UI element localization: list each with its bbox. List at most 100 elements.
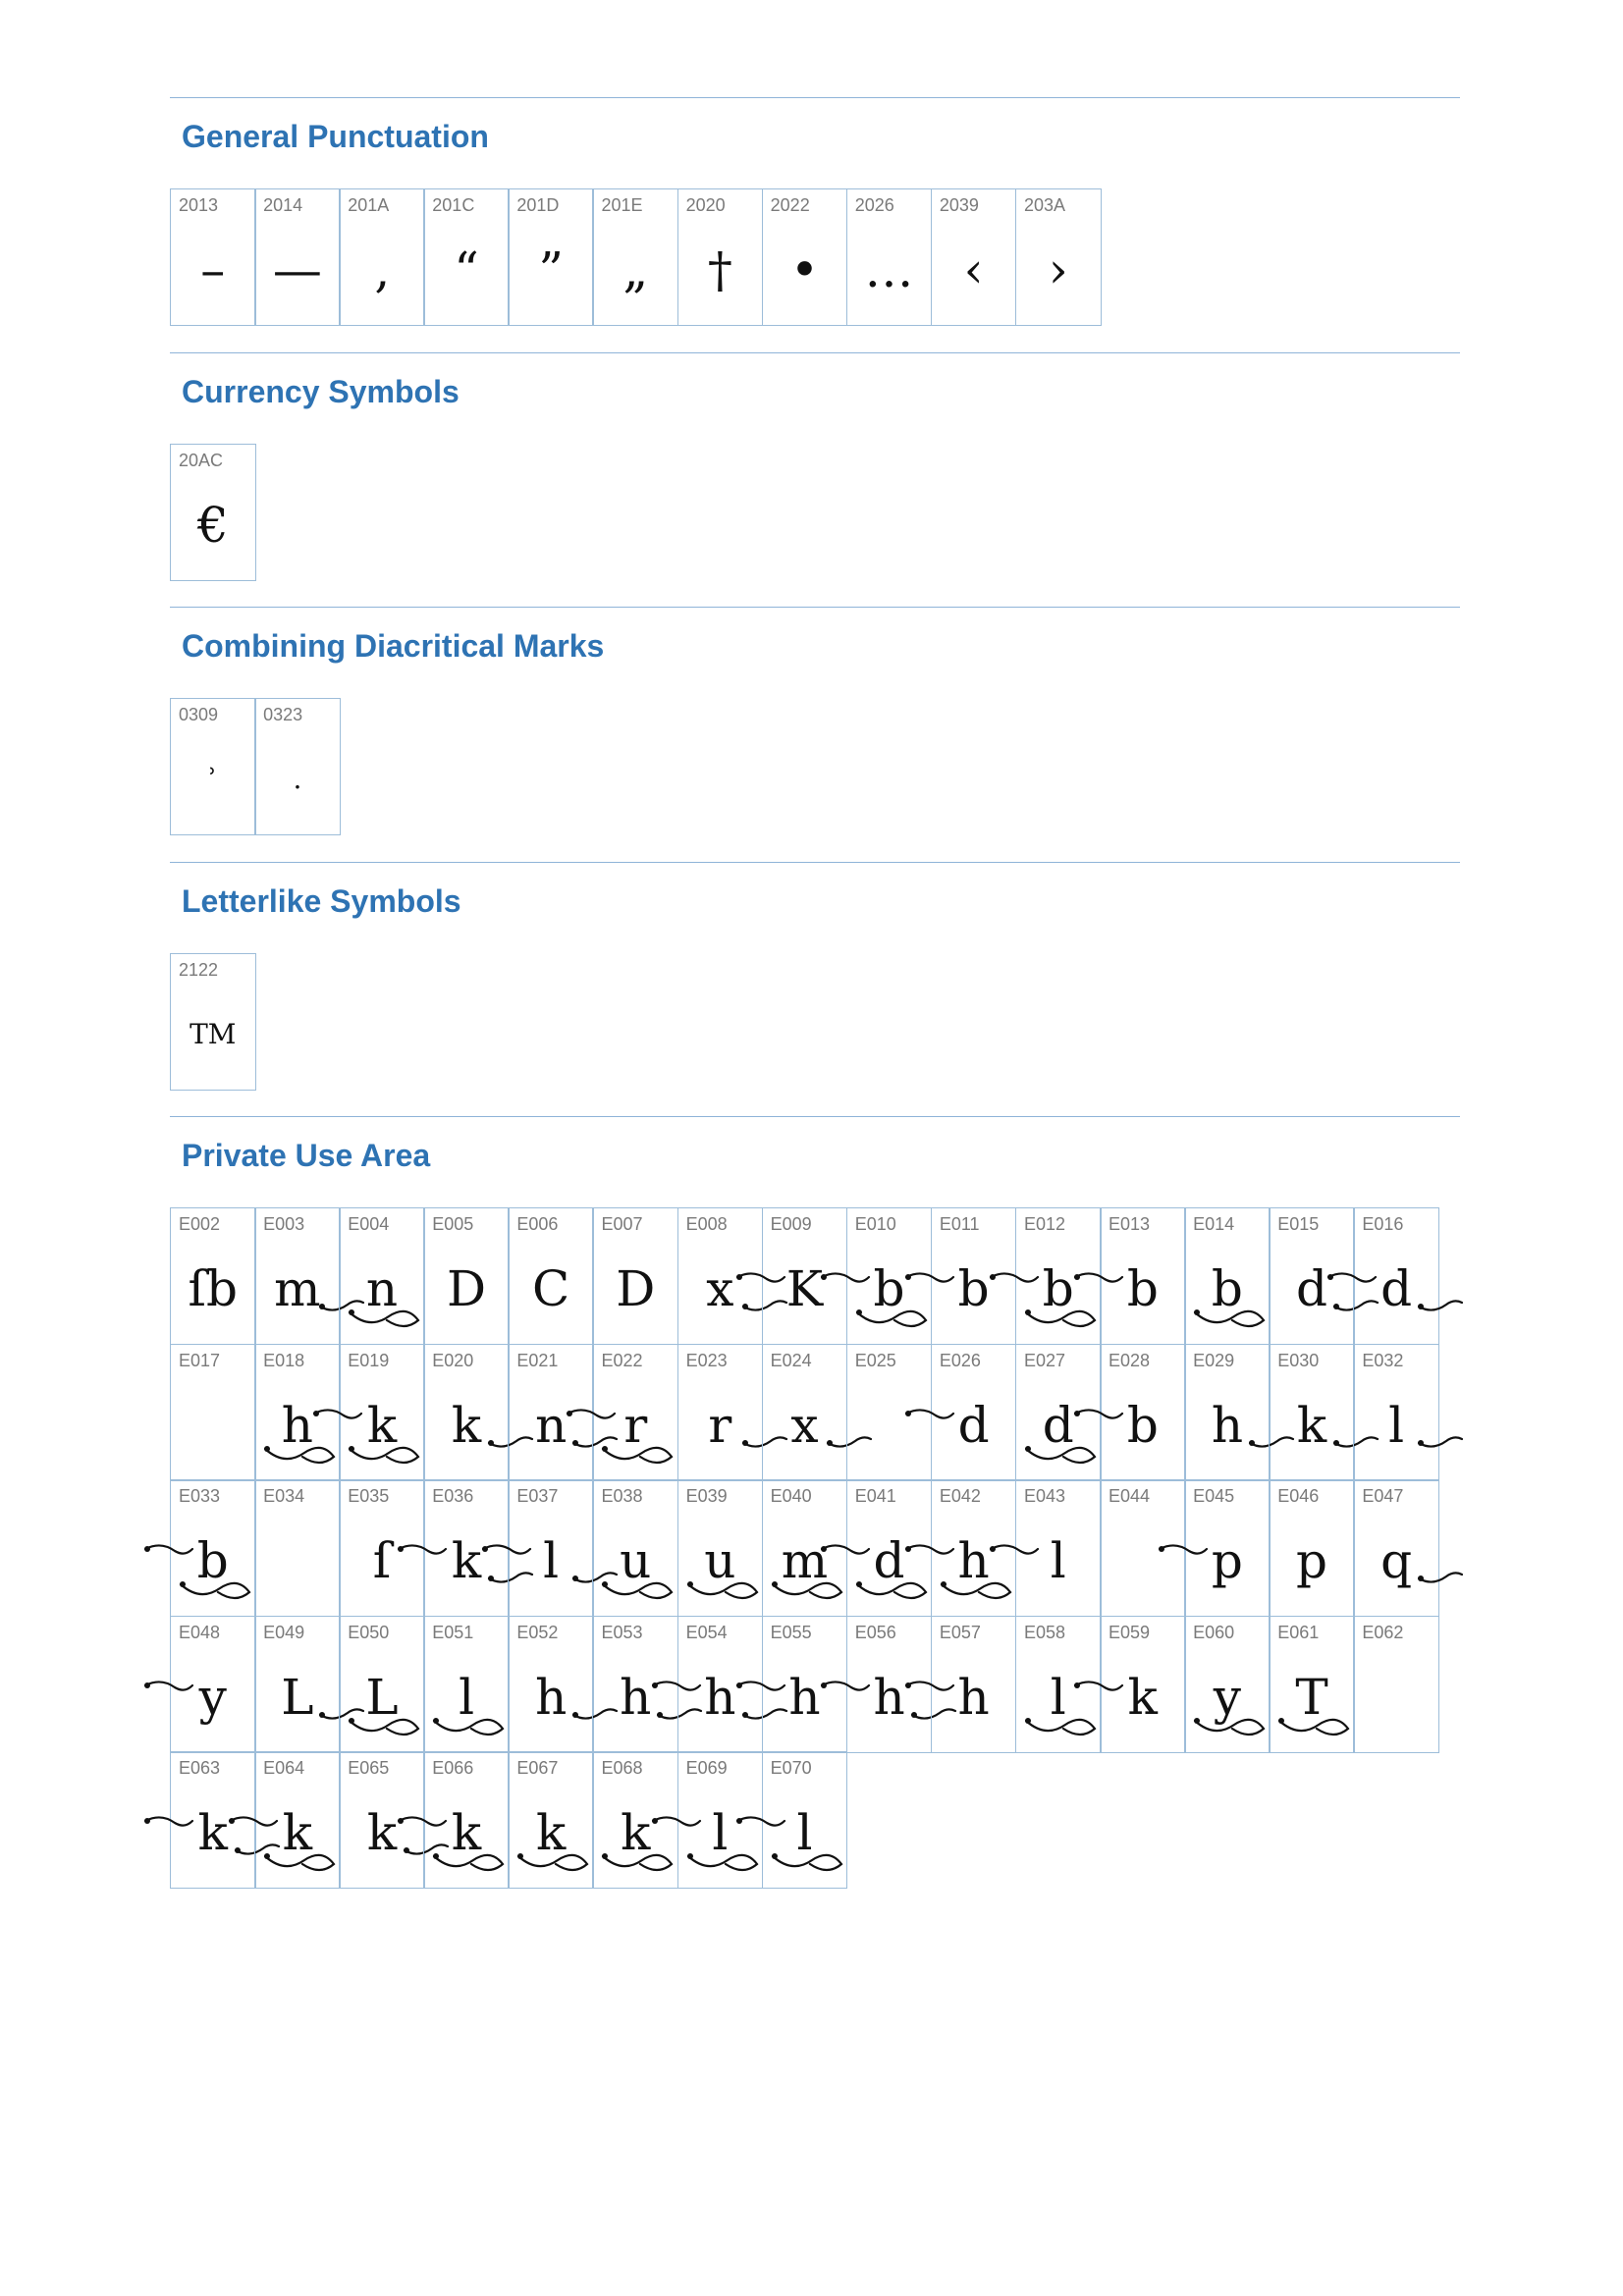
glyph-cell: E056 h [820,1615,956,1753]
glyph-sample: y [1213,1668,1242,1726]
glyph-sample [255,1514,340,1608]
section-divider [170,1116,1460,1117]
codepoint-label: E028 [1109,1350,1151,1370]
glyph-cell: E065 k [339,1751,450,1889]
glyph-sample: k [282,1804,313,1861]
glyph-sample: L [281,1668,314,1726]
section-combining-diacritical-marks: Combining Diacritical Marks 0309 ʾ 0323. [170,607,1460,862]
section-divider [170,351,1460,353]
glyph-sample: d [1296,1260,1328,1317]
glyph-sample: h [620,1668,652,1726]
glyph-sample: b [1211,1260,1243,1317]
glyph-sample: k [1296,1396,1327,1454]
glyph-cell: E054 h [651,1615,787,1753]
glyph-sample: x [790,1396,819,1454]
glyph-cell: 2122 TM [170,952,256,1091]
codepoint-label: E061 [1277,1622,1320,1642]
codepoint-label: 2013 [179,195,219,215]
glyph-cell: E053 h [592,1615,703,1753]
codepoint-label: 2122 [179,959,219,980]
glyph-sample: r [708,1396,732,1454]
codepoint-label: E032 [1362,1350,1404,1370]
glyph-sample: € [196,496,229,554]
glyph-cell: E059 k [1073,1615,1186,1753]
glyph-sample: b [1126,1260,1159,1317]
codepoint-label: E054 [685,1622,728,1642]
codepoint-label: E015 [1277,1214,1320,1234]
glyph-cell: E021 n [508,1343,619,1481]
glyph-sample: d [1380,1260,1413,1317]
codepoint-label: 2039 [939,195,979,215]
codepoint-label: E051 [432,1622,474,1642]
codepoint-label: E070 [770,1758,812,1778]
glyph-cell: E047 q [1353,1479,1464,1617]
codepoint-label: E049 [263,1622,305,1642]
glyph-sample: l [459,1668,475,1726]
glyph-sample: k [451,1532,482,1589]
glyph-cell: E046 p [1269,1479,1355,1617]
glyph-sample: ʾ [208,763,218,795]
codepoint-label: E040 [770,1486,812,1506]
glyph-cell: E055 h [735,1615,848,1753]
glyph-cell: E012 b [989,1207,1102,1345]
glyph-sample: d [1042,1396,1074,1454]
glyph-sample: h [957,1532,990,1589]
codepoint-label: E067 [516,1758,559,1778]
glyph-cell: E048 y [143,1615,256,1753]
glyph-cell: 2022 • [761,188,848,326]
section-private-use-area: Private Use Area E002 ſb E003 m E004 n E005 D E00… [143,1116,1464,1915]
codepoint-label: E035 [348,1486,390,1506]
glyph-sample: l [1388,1396,1405,1454]
codepoint-label: E005 [432,1214,474,1234]
glyph-sample: “ [454,241,479,298]
glyph-cell: E013 b [1073,1207,1186,1345]
glyph-sample: n [535,1396,568,1454]
glyph-sample: K [785,1260,824,1317]
codepoint-label: E050 [348,1622,390,1642]
glyph-cell: 203A › [1014,188,1102,326]
codepoint-label: E002 [179,1214,221,1234]
glyph-grid: 2122 TM [170,952,1460,1091]
codepoint-label: E010 [854,1214,896,1234]
glyph-cell: E033 b [143,1479,256,1617]
glyph-sample: L [365,1668,399,1726]
glyph-sample [847,1378,932,1472]
glyph-cell: 201D ” [508,188,594,326]
glyph-cell: E043 l [989,1479,1102,1617]
glyph-cell: E024 x [761,1343,872,1481]
glyph-sample: h [788,1668,821,1726]
glyph-cell: E029 h [1184,1343,1295,1481]
glyph-grid: E002 ſb E003 m E004 n E005 D E006 C E007 D E008 x E009… [143,1207,1464,1889]
codepoint-label: E041 [854,1486,896,1506]
glyph-cell: E027 d [1014,1343,1102,1481]
codepoint-label: E003 [263,1214,305,1234]
codepoint-label: 0323 [263,705,303,724]
glyph-cell: E019 k [313,1343,425,1481]
codepoint-label: E058 [1023,1622,1065,1642]
glyph-sample: • [789,241,820,298]
glyph-cell: E057 h [904,1615,1017,1753]
codepoint-label: E062 [1362,1622,1404,1642]
glyph-cell: E010 b [820,1207,933,1345]
glyph-sample: b [957,1260,990,1317]
glyph-sample: k [451,1804,482,1861]
glyph-sample: ‹ [963,241,984,298]
glyph-cell: 0323. [254,698,341,835]
codepoint-label: 2020 [685,195,726,215]
glyph-cell: E023 r [676,1343,787,1481]
glyph-cell: E068 k [592,1751,679,1889]
glyph-cell: E041 d [820,1479,933,1617]
section-title: Letterlike Symbols [182,882,461,919]
codepoint-label: 2026 [854,195,894,215]
codepoint-label: E057 [939,1622,981,1642]
glyph-cell: E034 [254,1479,341,1617]
codepoint-label: E004 [348,1214,390,1234]
glyph-cell: E016 d [1327,1207,1464,1345]
glyph-cell: E028 b [1073,1343,1186,1481]
glyph-sample: d [873,1532,905,1589]
codepoint-label: E059 [1109,1622,1151,1642]
glyph-cell: E062 [1353,1615,1439,1753]
codepoint-label: E017 [179,1350,221,1370]
codepoint-label: E007 [601,1214,643,1234]
codepoint-label: E006 [516,1214,559,1234]
